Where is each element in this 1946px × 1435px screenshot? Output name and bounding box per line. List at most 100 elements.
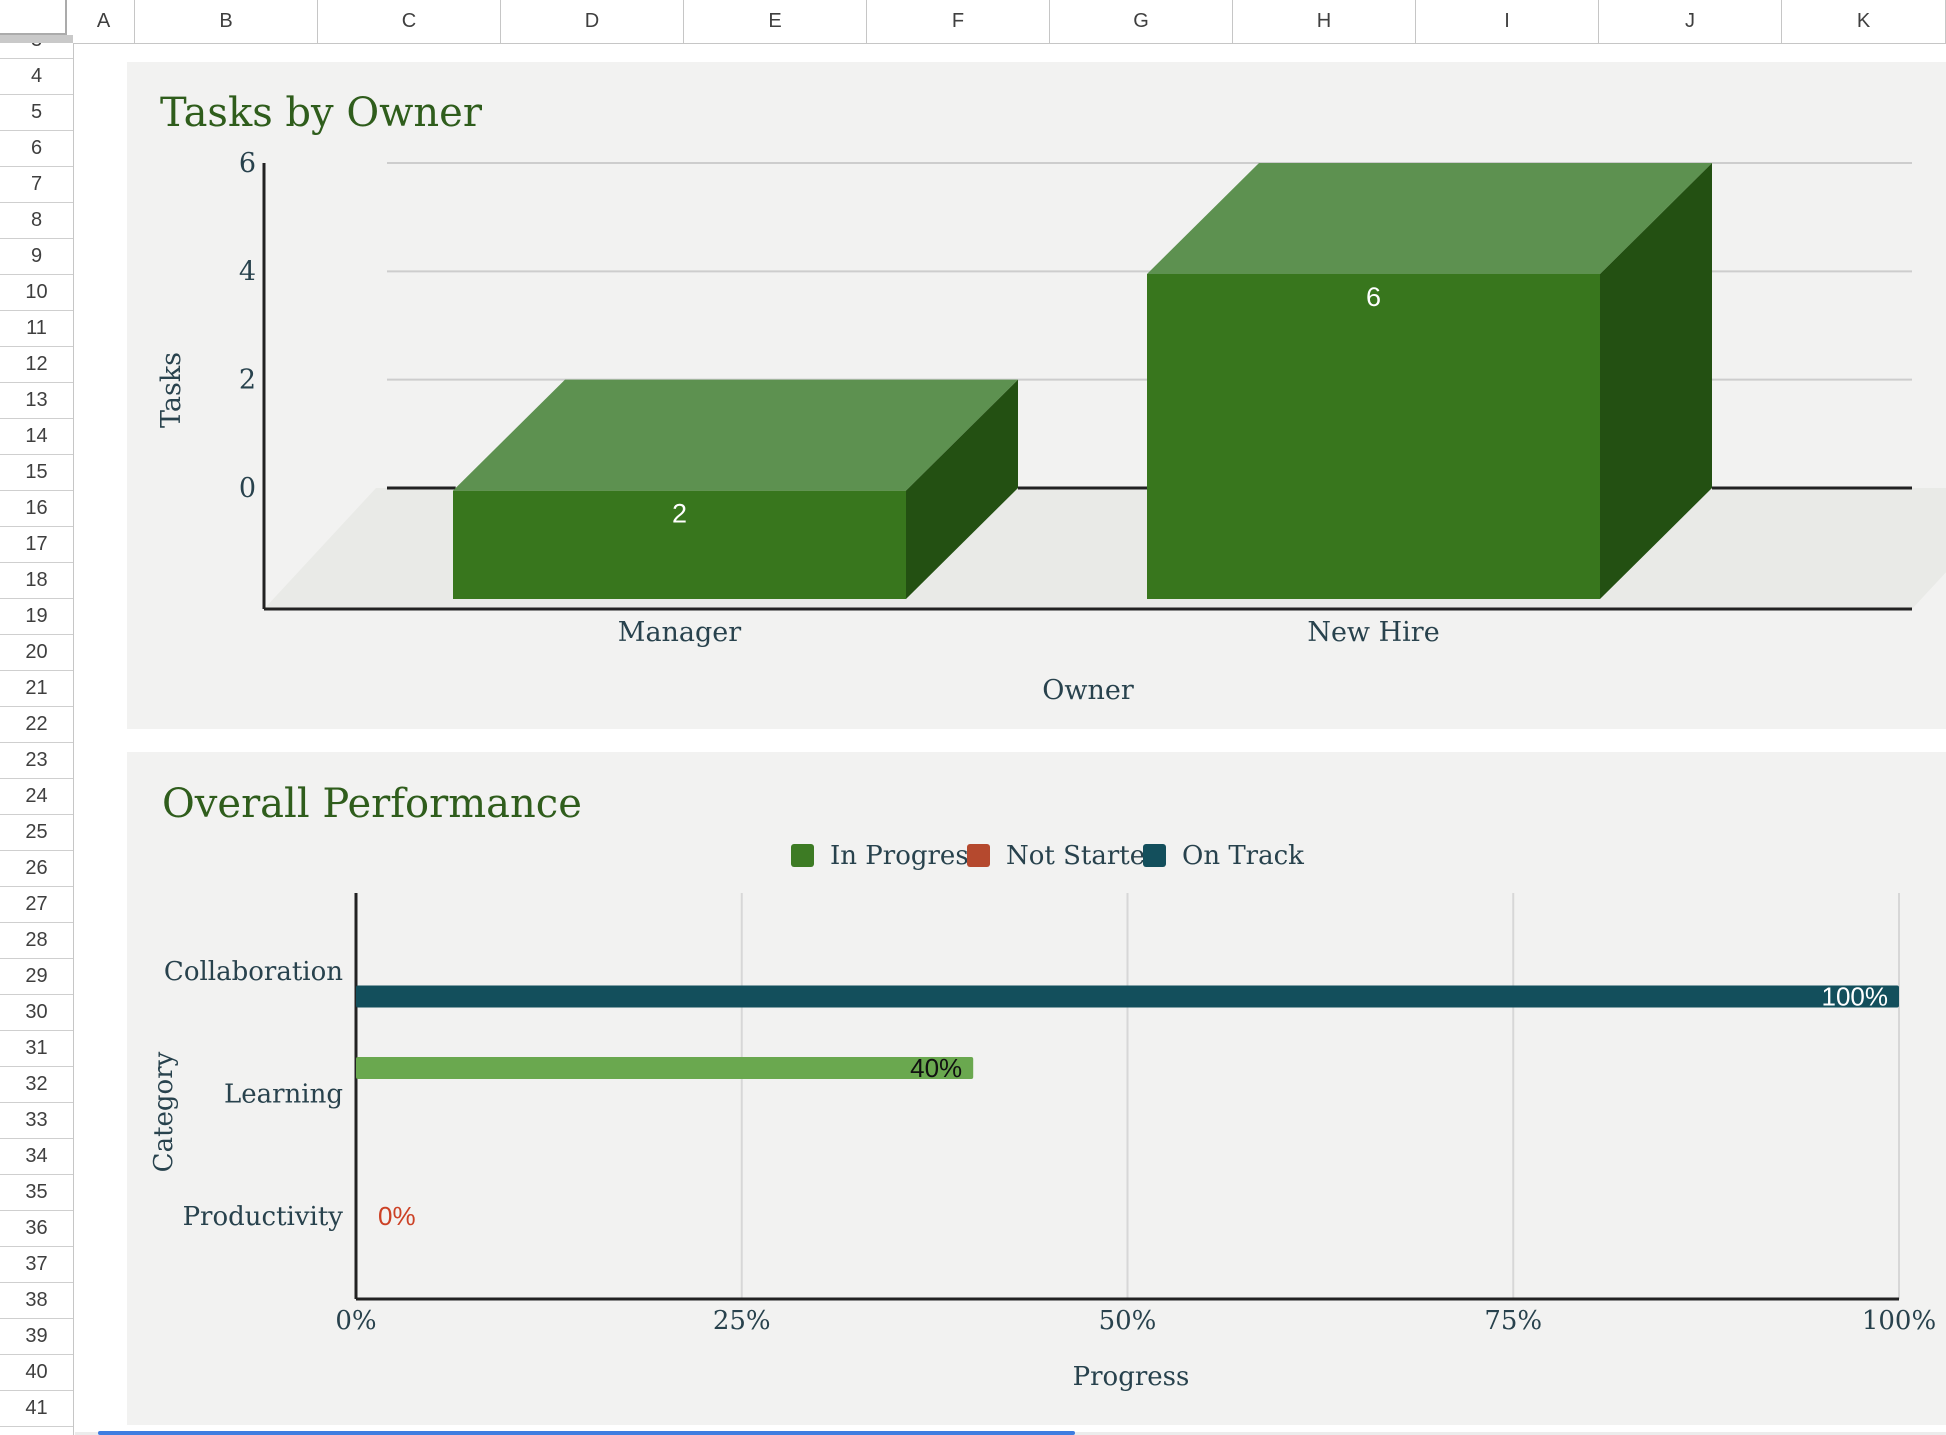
chart1-ytick-4: 4 (239, 256, 256, 287)
row-header-5[interactable]: 5 (0, 95, 73, 131)
chart2-title: Overall Performance (162, 781, 582, 827)
row-header-12[interactable]: 12 (0, 347, 73, 383)
row-header-22[interactable]: 22 (0, 707, 73, 743)
chart2-xtick-75: 75% (1484, 1306, 1542, 1336)
row-header-29[interactable]: 29 (0, 959, 73, 995)
column-header-K[interactable]: K (1782, 0, 1946, 43)
chart1-xcat-0: Manager (618, 617, 741, 648)
bar-value-label: 0% (378, 1201, 416, 1231)
row-header-37[interactable]: 37 (0, 1247, 73, 1283)
legend-label: On Track (1182, 841, 1304, 871)
row-header-8[interactable]: 8 (0, 203, 73, 239)
bar-value-label: 100% (1822, 982, 1889, 1012)
column-header-A[interactable]: A (73, 0, 135, 43)
legend-label: Not Started (1006, 841, 1162, 871)
column-header-F[interactable]: F (867, 0, 1050, 43)
row-header-41[interactable]: 41 (0, 1391, 73, 1427)
legend-item-on-track[interactable]: On Track (1143, 841, 1304, 871)
legend-label: In Progress (830, 841, 982, 871)
chart1-ytick-6: 6 (239, 148, 256, 179)
select-all-box (0, 0, 67, 35)
row-header-11[interactable]: 11 (0, 311, 73, 347)
chart-panel-overall-performance[interactable]: Overall Performance In Progress Not Starte… (127, 752, 1946, 1425)
chart2-xtick-100: 100% (1862, 1306, 1936, 1336)
row-header-4[interactable]: 4 (0, 59, 73, 95)
legend-swatch (1143, 844, 1166, 867)
row-header-40[interactable]: 40 (0, 1355, 73, 1391)
horizontal-scrollbar-thumb[interactable] (98, 1431, 1075, 1435)
chart2-x-title: Progress (1073, 1362, 1190, 1392)
column-header-J[interactable]: J (1599, 0, 1782, 43)
row-header-18[interactable]: 18 (0, 563, 73, 599)
column-header-row: ABCDEFGHIJK (0, 0, 1946, 44)
row-header-33[interactable]: 33 (0, 1103, 73, 1139)
row-header-column: 3456789101112131415161718192021222324252… (0, 43, 74, 1435)
column-header-B[interactable]: B (135, 0, 318, 43)
row-header-21[interactable]: 21 (0, 671, 73, 707)
corner-shadow (0, 35, 73, 43)
column-header-I[interactable]: I (1416, 0, 1599, 43)
row-header-6[interactable]: 6 (0, 131, 73, 167)
row-header-24[interactable]: 24 (0, 779, 73, 815)
row-header-26[interactable]: 26 (0, 851, 73, 887)
row-header-3-partial[interactable]: 3 (0, 43, 73, 59)
row-header-17[interactable]: 17 (0, 527, 73, 563)
column-header-D[interactable]: D (501, 0, 684, 43)
bar-rect (356, 1057, 973, 1079)
column-header-G[interactable]: G (1050, 0, 1233, 43)
chart1-ytick-0: 0 (239, 473, 256, 504)
bar-value-label: 40% (910, 1053, 962, 1083)
row-header-7[interactable]: 7 (0, 167, 73, 203)
spreadsheet-app: ABCDEFGHIJK 3456789101112131415161718192… (0, 0, 1946, 1435)
bar-rect (356, 986, 1899, 1008)
row-header-30[interactable]: 30 (0, 995, 73, 1031)
column-header-C[interactable]: C (318, 0, 501, 43)
bar-data-label: 2 (672, 499, 687, 529)
row-header-13[interactable]: 13 (0, 383, 73, 419)
chart1-bar-manager[interactable]: 2 (453, 380, 1018, 599)
bar-front-face (1147, 274, 1600, 599)
row-header-20[interactable]: 20 (0, 635, 73, 671)
chart2-xtick-50: 50% (1099, 1306, 1157, 1336)
row-header-15[interactable]: 15 (0, 455, 73, 491)
overall-performance-chart: Overall Performance In Progress Not Starte… (127, 752, 1946, 1425)
chart1-bar-new-hire[interactable]: 6 (1147, 163, 1712, 599)
row-header-34[interactable]: 34 (0, 1139, 73, 1175)
column-header-E[interactable]: E (684, 0, 867, 43)
row-header-14[interactable]: 14 (0, 419, 73, 455)
chart2-ycat-0: Collaboration (164, 957, 343, 987)
row-header-16[interactable]: 16 (0, 491, 73, 527)
column-header-H[interactable]: H (1233, 0, 1416, 43)
chart1-ytick-2: 2 (239, 365, 256, 396)
row-header-32[interactable]: 32 (0, 1067, 73, 1103)
legend-swatch (791, 844, 814, 867)
chart2-ycat-2: Productivity (183, 1202, 344, 1232)
select-all-corner[interactable] (0, 0, 73, 43)
bar-data-label: 6 (1366, 282, 1381, 312)
row-header-39[interactable]: 39 (0, 1319, 73, 1355)
chart2-bar-collaboration[interactable]: 100% (356, 982, 1899, 1012)
chart2-y-title: Category (149, 1051, 179, 1172)
row-header-10[interactable]: 10 (0, 275, 73, 311)
row-header-27[interactable]: 27 (0, 887, 73, 923)
row-header-38[interactable]: 38 (0, 1283, 73, 1319)
row-header-28[interactable]: 28 (0, 923, 73, 959)
chart1-xcat-1: New Hire (1307, 617, 1439, 648)
row-header-23[interactable]: 23 (0, 743, 73, 779)
chart-panel-tasks-by-owner[interactable]: Tasks by Owner266420ManagerNew HireOwner… (127, 62, 1946, 729)
row-header-31[interactable]: 31 (0, 1031, 73, 1067)
chart2-bar-productivity[interactable]: 0% (378, 1201, 416, 1231)
legend-item-in-progress[interactable]: In Progress (791, 841, 982, 871)
chart2-ycat-1: Learning (224, 1080, 343, 1110)
tasks-by-owner-chart: Tasks by Owner266420ManagerNew HireOwner… (127, 62, 1946, 729)
row-header-19[interactable]: 19 (0, 599, 73, 635)
row-header-9[interactable]: 9 (0, 239, 73, 275)
legend-swatch (967, 844, 990, 867)
row-header-25[interactable]: 25 (0, 815, 73, 851)
row-header-36[interactable]: 36 (0, 1211, 73, 1247)
chart1-x-title: Owner (1042, 675, 1134, 706)
chart2-bar-learning[interactable]: 40% (356, 1053, 973, 1083)
chart2-xtick-25: 25% (713, 1306, 771, 1336)
legend-item-not-started[interactable]: Not Started (967, 841, 1162, 871)
row-header-35[interactable]: 35 (0, 1175, 73, 1211)
